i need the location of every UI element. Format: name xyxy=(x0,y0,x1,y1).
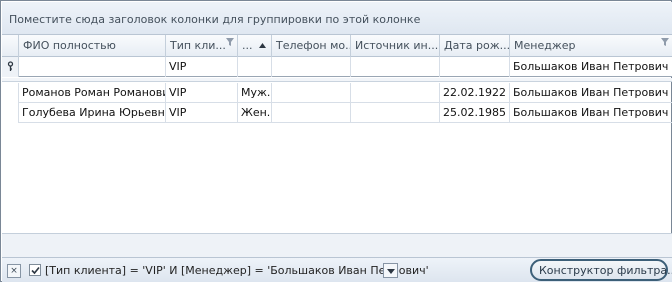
column-header-mobile-phone[interactable]: Телефон мо... xyxy=(272,35,351,57)
key-filter-icon xyxy=(7,61,14,71)
table-row[interactable]: Романов Роман Романович VIP Муж. 22.02.1… xyxy=(2,83,672,103)
auto-filter-cell-manager[interactable]: Большаков Иван Петрович xyxy=(510,57,672,77)
auto-filter-cell-gender[interactable] xyxy=(238,57,272,77)
column-header-label: ФИО полностью xyxy=(23,39,116,52)
filter-builder-button[interactable]: Конструктор фильтра... xyxy=(530,259,672,281)
cell-manager[interactable]: Большаков Иван Петрович xyxy=(510,103,672,123)
column-header-label: Менеджер xyxy=(514,39,576,52)
cell-mobile-phone[interactable] xyxy=(272,83,351,103)
column-filter-icon[interactable] xyxy=(226,38,234,46)
column-header-manager[interactable]: Менеджер xyxy=(510,35,672,57)
auto-filter-cell-birth-date[interactable] xyxy=(440,57,510,77)
close-filter-button[interactable]: × xyxy=(7,264,21,278)
filter-history-dropdown-button[interactable] xyxy=(383,263,398,278)
cell-full-name[interactable]: Романов Роман Романович xyxy=(19,83,166,103)
cell-gender[interactable]: Жен. xyxy=(238,103,272,123)
auto-filter-cell-mobile-phone[interactable] xyxy=(272,57,351,77)
column-header-client-type[interactable]: Тип кли... xyxy=(166,35,238,57)
grid-footer xyxy=(2,233,672,257)
grid-control: Поместите сюда заголовок колонки для гру… xyxy=(0,0,672,282)
filter-enabled-checkbox[interactable] xyxy=(29,264,41,276)
column-header-label: Источник ин... xyxy=(355,39,439,52)
checkmark-icon xyxy=(31,266,40,275)
filter-row-separator xyxy=(2,78,672,82)
cell-gender[interactable]: Муж. xyxy=(238,83,272,103)
auto-filter-indicator xyxy=(2,57,19,77)
column-header-label: ... xyxy=(242,39,253,52)
filter-panel: × [Тип клиента] = 'VIP' И [Менеджер] = '… xyxy=(2,257,672,282)
table-row[interactable]: Голубева Ирина Юрьевна VIP Жен. 25.02.19… xyxy=(2,103,672,123)
column-header-gender[interactable]: ... xyxy=(238,35,272,57)
cell-full-name[interactable]: Голубева Ирина Юрьевна xyxy=(19,103,166,123)
auto-filter-cell-client-type[interactable]: VIP xyxy=(166,57,238,77)
chevron-down-icon xyxy=(387,269,395,274)
auto-filter-row: VIP Большаков Иван Петрович xyxy=(2,57,672,77)
group-by-panel[interactable]: Поместите сюда заголовок колонки для гру… xyxy=(2,2,672,35)
cell-client-type[interactable]: VIP xyxy=(166,103,238,123)
cell-manager[interactable]: Большаков Иван Петрович xyxy=(510,83,672,103)
column-header-info-source[interactable]: Источник ин... xyxy=(351,35,440,57)
column-header-row: ФИО полностью Тип кли... ... Телефон мо.… xyxy=(2,35,672,57)
cell-birth-date[interactable]: 25.02.1985 xyxy=(440,103,510,123)
column-header-birth-date[interactable]: Дата рож... xyxy=(440,35,510,57)
auto-filter-cell-info-source[interactable] xyxy=(351,57,440,77)
cell-birth-date[interactable]: 22.02.1922 xyxy=(440,83,510,103)
cell-info-source[interactable] xyxy=(351,103,440,123)
sort-ascending-icon xyxy=(259,43,266,48)
column-header-label: Дата рож... xyxy=(444,39,510,52)
cell-client-type[interactable]: VIP xyxy=(166,83,238,103)
auto-filter-cell-full-name[interactable] xyxy=(19,57,166,77)
column-header-full-name[interactable]: ФИО полностью xyxy=(19,35,166,57)
column-header-label: Телефон мо... xyxy=(276,39,351,52)
column-filter-icon[interactable] xyxy=(661,38,669,46)
row-indicator[interactable] xyxy=(2,103,19,123)
cell-mobile-phone[interactable] xyxy=(272,103,351,123)
group-by-hint: Поместите сюда заголовок колонки для гру… xyxy=(9,13,421,26)
row-indicator[interactable] xyxy=(2,83,19,103)
column-header-label: Тип кли... xyxy=(170,39,226,52)
header-indicator-cell xyxy=(2,35,19,57)
filter-expression[interactable]: [Тип клиента] = 'VIP' И [Менеджер] = 'Бо… xyxy=(45,264,429,277)
cell-info-source[interactable] xyxy=(351,83,440,103)
